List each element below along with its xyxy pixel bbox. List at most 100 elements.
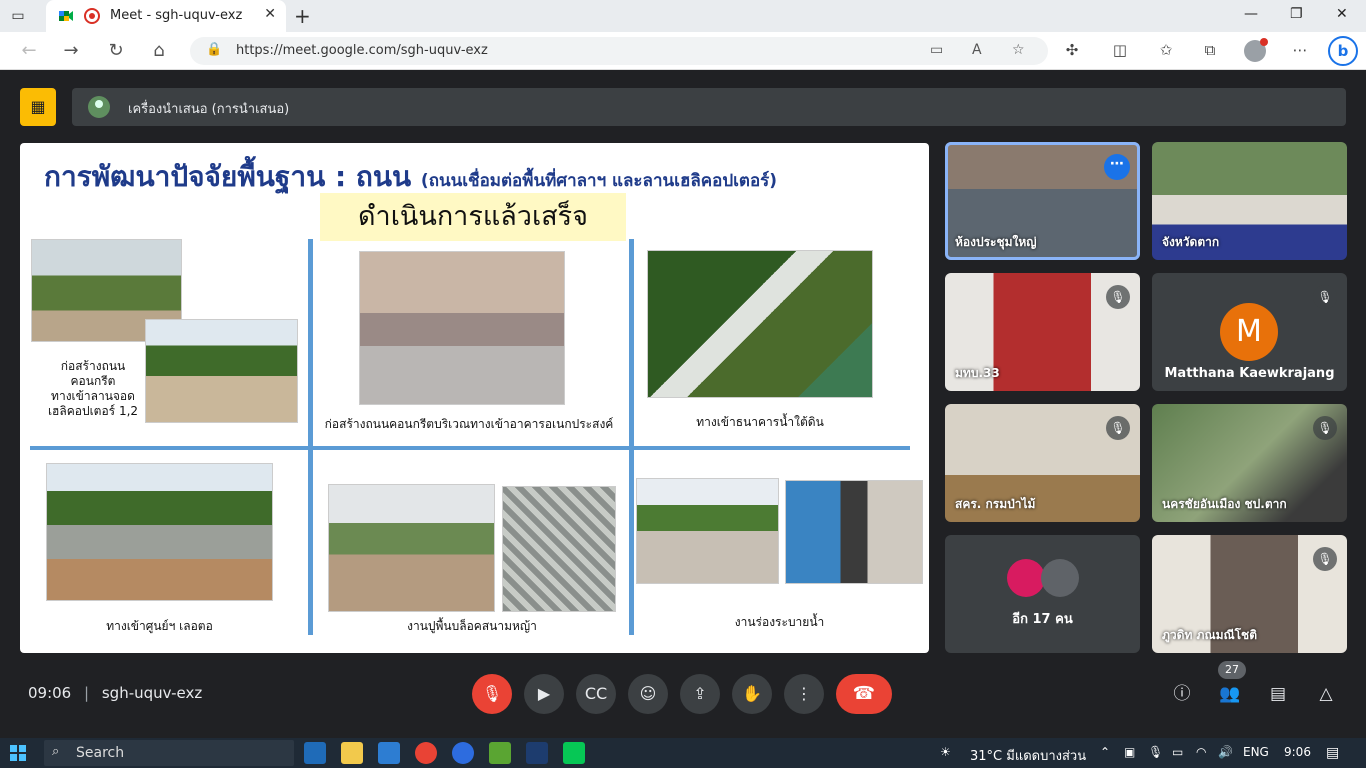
browser-tab-strip: ▭ Meet - sgh-uquv-exz ✕ + — ❐ ✕	[0, 0, 1366, 32]
forward-icon[interactable]: →	[60, 40, 82, 61]
word-app-icon[interactable]	[526, 742, 548, 764]
meeting-info: 09:06 | sgh-uquv-exz	[28, 684, 202, 702]
search-icon: ⌕	[52, 744, 60, 759]
file-explorer-icon[interactable]	[341, 742, 363, 764]
participant-avatar: M	[1220, 303, 1278, 361]
start-tile	[19, 745, 26, 752]
tray-chevron-icon[interactable]: ⌃	[1100, 745, 1110, 759]
favorite-star-icon[interactable]: ☆	[1012, 42, 1025, 58]
start-icon[interactable]	[10, 745, 26, 761]
weather-icon[interactable]: ☀	[940, 745, 951, 759]
battery-icon[interactable]: ▭	[1172, 745, 1183, 759]
others-avatar-1	[1007, 559, 1045, 597]
present-button[interactable]: ⇪	[680, 674, 720, 714]
presenter-label: เครื่องนำเสนอ (การนำเสนอ)	[128, 102, 290, 117]
caption-building-road: ก่อสร้างถนนคอนกรีตบริเวณทางเข้าอาคารอเนก…	[324, 417, 614, 431]
camera-button[interactable]: ▶	[524, 674, 564, 714]
participant-tile-main-room[interactable]: ⋯ ห้องประชุมใหญ่	[945, 142, 1140, 260]
refresh-icon[interactable]: ↻	[105, 40, 127, 61]
activities-icon[interactable]: △	[1314, 682, 1338, 706]
read-aloud-icon[interactable]: A	[972, 42, 982, 58]
mic-off-button[interactable]: 🎙	[472, 674, 512, 714]
profile-avatar[interactable]	[1244, 38, 1268, 62]
participant-tile-mtb33[interactable]: 🎙 มทบ.33	[945, 273, 1140, 391]
notifications-icon[interactable]: ▤	[1326, 745, 1339, 761]
others-avatar-2	[1041, 559, 1079, 597]
line-app-icon[interactable]	[563, 742, 585, 764]
volume-icon[interactable]: 🔊	[1218, 745, 1233, 759]
extensions-icon[interactable]: ✣	[1062, 41, 1082, 59]
clock[interactable]: 9:06	[1284, 745, 1311, 759]
chrome-app-icon[interactable]	[415, 742, 437, 764]
participant-name: ภูวดิท ภณมณีโชติ	[1162, 628, 1257, 642]
close-tab-icon[interactable]: ✕	[264, 6, 276, 22]
raise-hand-button[interactable]: ✋	[732, 674, 772, 714]
participant-name: นครชัยอันเมือง ชป.ตาก	[1162, 497, 1287, 511]
participant-tile-forest-dept[interactable]: 🎙 สคร. กรมป่าไม้	[945, 404, 1140, 522]
recording-icon	[84, 8, 100, 24]
presenter-banner: เครื่องนำเสนอ (การนำเสนอ)	[72, 88, 1346, 126]
divider-v2	[629, 239, 634, 635]
camera-in-use-icon[interactable]: ▭	[930, 42, 943, 58]
tile-options-icon[interactable]: ⋯	[1104, 154, 1130, 180]
participant-tile-matthana[interactable]: 🎙 M Matthana Kaewkrajang	[1152, 273, 1347, 391]
browser-tab[interactable]: Meet - sgh-uquv-exz ✕	[46, 0, 286, 32]
participant-tile-phuwadit[interactable]: 🎙 ภูวดิท ภณมณีโชติ	[1152, 535, 1347, 653]
emoji-button[interactable]: ☺	[628, 674, 668, 714]
slide-status: ดำเนินการแล้วเสร็จ	[320, 193, 626, 241]
language-indicator[interactable]: ENG	[1243, 745, 1269, 759]
caption-drain: งานร่องระบายน้ำ	[734, 615, 825, 629]
participant-name: สคร. กรมป่าไม้	[955, 497, 1036, 511]
participant-name: มทบ.33	[955, 366, 1000, 380]
zoom-app-icon[interactable]	[452, 742, 474, 764]
weather-text[interactable]: 31°C มีแดดบางส่วน	[970, 745, 1086, 766]
caption-center-entrance: ทางเข้าศูนย์ฯ เลอตอ	[106, 619, 213, 633]
people-icon[interactable]: 👥	[1218, 682, 1242, 706]
wifi-icon[interactable]: ◠	[1196, 745, 1206, 759]
address-toolbar: ← → ↻ ⌂ 🔒 https://meet.google.com/sgh-uq…	[0, 32, 1366, 70]
captions-button[interactable]: CC	[576, 674, 616, 714]
lock-icon[interactable]: 🔒	[206, 42, 222, 57]
photo-road-2	[145, 319, 298, 423]
divider-v1	[308, 239, 313, 635]
camera-tray-icon[interactable]: ▣	[1124, 745, 1135, 759]
home-icon[interactable]: ⌂	[148, 40, 170, 61]
url-bar[interactable]: 🔒 https://meet.google.com/sgh-uquv-exz ▭…	[190, 37, 1048, 65]
participant-tile-others[interactable]: อีก 17 คน	[945, 535, 1140, 653]
back-icon[interactable]: ←	[18, 40, 40, 61]
mail-app-icon[interactable]	[378, 742, 400, 764]
meet-stage: ▦ เครื่องนำเสนอ (การนำเสนอ) การพัฒนาปัจจ…	[4, 70, 1362, 734]
edge-app-icon[interactable]	[304, 742, 326, 764]
others-count: อีก 17 คน	[1012, 612, 1073, 627]
stop-presenting-icon[interactable]: ▦	[20, 88, 56, 126]
start-tile	[10, 754, 17, 761]
mic-off-icon: 🎙	[1313, 547, 1337, 571]
more-menu-icon[interactable]: ⋯	[1290, 41, 1310, 59]
leave-call-button[interactable]: ☎	[836, 674, 892, 714]
slide-title-main: การพัฒนาปัจจัยพื้นฐาน : ถนน	[44, 160, 412, 193]
window-close-icon[interactable]: ✕	[1336, 6, 1348, 22]
bing-icon[interactable]: b	[1328, 36, 1358, 66]
mic-off-icon: 🎙	[1313, 285, 1337, 309]
participant-tile-nakhonchai[interactable]: 🎙 นครชัยอันเมือง ชป.ตาก	[1152, 404, 1347, 522]
tab-title: Meet - sgh-uquv-exz	[110, 8, 243, 23]
notification-dot	[1260, 38, 1268, 46]
mic-tray-icon[interactable]: 🎙	[1148, 745, 1163, 759]
split-screen-icon[interactable]: ◫	[1110, 41, 1130, 59]
maximize-icon[interactable]: ❐	[1290, 6, 1303, 22]
taskbar-search[interactable]: ⌕ Search	[44, 740, 294, 766]
new-tab-button[interactable]: +	[294, 4, 311, 28]
participant-tile-tak[interactable]: จังหวัดตาก	[1152, 142, 1347, 260]
meeting-details-icon[interactable]: ⓘ	[1170, 682, 1194, 706]
app-icon[interactable]	[489, 742, 511, 764]
collections-icon[interactable]: ⧉	[1200, 41, 1220, 59]
mic-off-icon: 🎙	[1106, 285, 1130, 309]
minimize-icon[interactable]: —	[1244, 6, 1258, 22]
favorites-icon[interactable]: ✩	[1156, 41, 1176, 59]
more-options-button[interactable]: ⋮	[784, 674, 824, 714]
photo-grass-block-2	[502, 486, 616, 612]
photo-drain-2	[785, 480, 923, 584]
caption-helipad-road: ก่อสร้างถนน คอนกรีต ทางเข้าลานจอด เฮลิคอ…	[47, 359, 139, 418]
chat-icon[interactable]: ▤	[1266, 682, 1290, 706]
tab-actions-icon[interactable]: ▭	[8, 6, 28, 26]
